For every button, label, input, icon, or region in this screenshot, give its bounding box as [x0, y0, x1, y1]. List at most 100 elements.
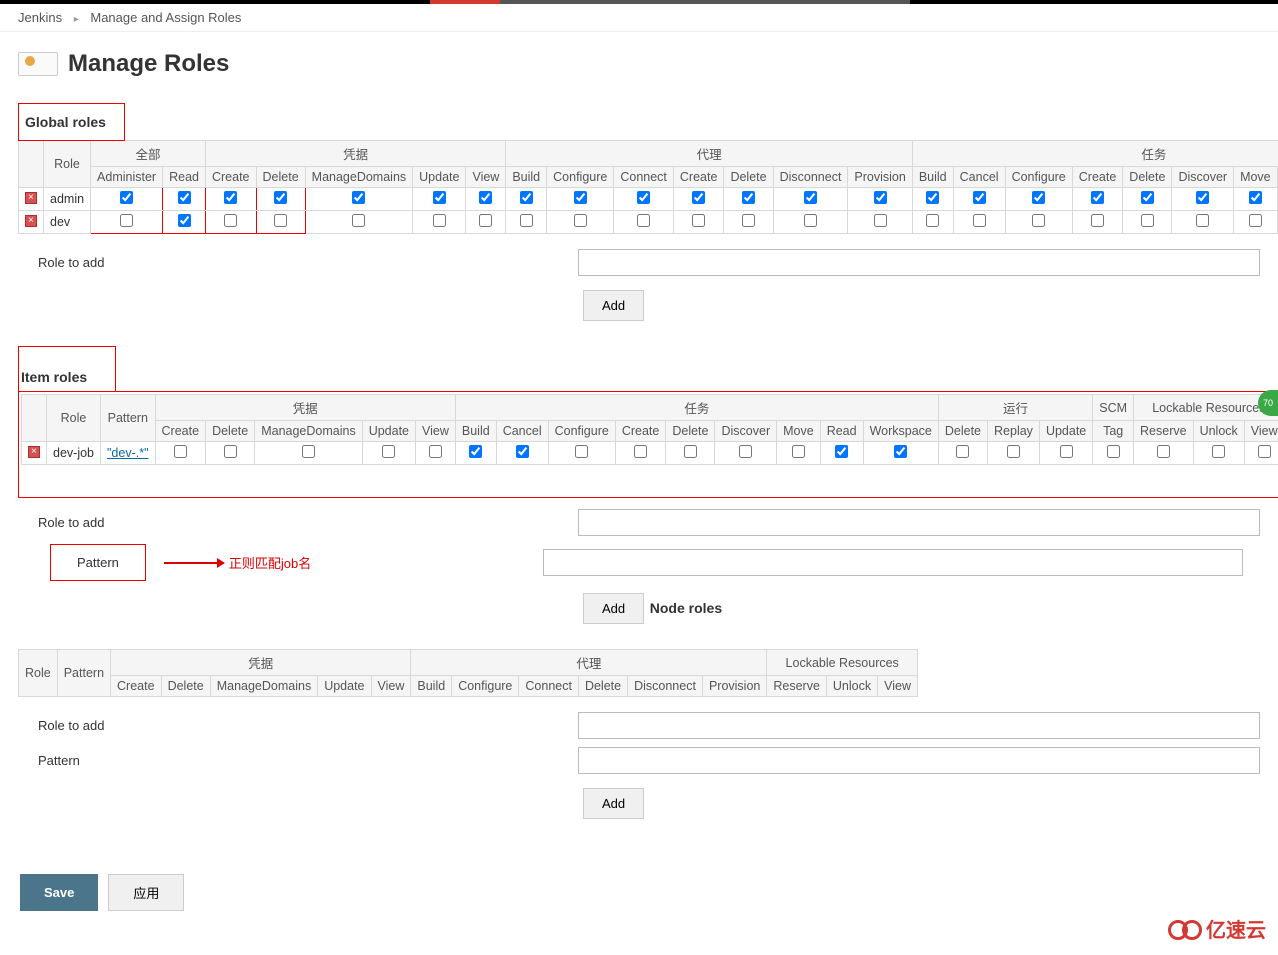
permission-checkbox[interactable]	[1157, 445, 1170, 458]
role-name-cell: admin	[44, 188, 91, 211]
permission-checkbox[interactable]	[1249, 214, 1262, 227]
permission-checkbox[interactable]	[274, 214, 287, 227]
permission-checkbox[interactable]	[874, 191, 887, 204]
permission-checkbox[interactable]	[174, 445, 187, 458]
permission-checkbox[interactable]	[1091, 191, 1104, 204]
permission-checkbox[interactable]	[382, 445, 395, 458]
role-name-cell: dev-job	[47, 442, 101, 465]
permission-checkbox[interactable]	[479, 214, 492, 227]
node-role-to-add-input[interactable]	[578, 712, 1260, 739]
permission-checkbox[interactable]	[684, 445, 697, 458]
permission-checkbox[interactable]	[1032, 214, 1045, 227]
permission-checkbox[interactable]	[835, 445, 848, 458]
permission-checkbox[interactable]	[1107, 445, 1120, 458]
permission-checkbox[interactable]	[302, 445, 315, 458]
permission-checkbox[interactable]	[352, 191, 365, 204]
permission-checkbox[interactable]	[469, 445, 482, 458]
chevron-right-icon: ▸	[74, 14, 79, 25]
role-name-cell: dev	[44, 211, 91, 234]
delete-icon[interactable]	[25, 192, 37, 204]
infinity-icon	[1168, 920, 1202, 938]
permission-checkbox[interactable]	[692, 191, 705, 204]
item-roles-heading: Item roles	[18, 346, 116, 392]
permission-checkbox[interactable]	[742, 214, 755, 227]
permission-checkbox[interactable]	[1212, 445, 1225, 458]
permission-checkbox[interactable]	[274, 191, 287, 204]
permission-checkbox[interactable]	[352, 214, 365, 227]
permission-checkbox[interactable]	[120, 214, 133, 227]
permission-checkbox[interactable]	[1141, 214, 1154, 227]
permission-checkbox[interactable]	[516, 445, 529, 458]
permission-checkbox[interactable]	[1032, 191, 1045, 204]
breadcrumb-current[interactable]: Manage and Assign Roles	[90, 10, 241, 25]
permission-checkbox[interactable]	[224, 191, 237, 204]
permission-checkbox[interactable]	[574, 214, 587, 227]
delete-icon[interactable]	[28, 446, 40, 458]
apply-button[interactable]: 应用	[108, 874, 184, 911]
permission-checkbox[interactable]	[739, 445, 752, 458]
permission-checkbox[interactable]	[956, 445, 969, 458]
permission-checkbox[interactable]	[120, 191, 133, 204]
side-badge[interactable]: 70	[1258, 390, 1278, 416]
node-roles-heading: Node roles	[648, 592, 724, 624]
permission-checkbox[interactable]	[973, 214, 986, 227]
permission-checkbox[interactable]	[634, 445, 647, 458]
global-roles-table: Role全部凭据代理任务AdministerReadCreateDeleteMa…	[18, 140, 1278, 234]
permission-checkbox[interactable]	[433, 214, 446, 227]
permission-checkbox[interactable]	[1258, 445, 1271, 458]
permission-checkbox[interactable]	[1007, 445, 1020, 458]
annotation-text: 正则匹配job名	[229, 553, 311, 572]
permission-checkbox[interactable]	[224, 445, 237, 458]
item-role-to-add-label: Role to add	[38, 515, 578, 530]
global-role-to-add-input[interactable]	[578, 249, 1260, 276]
item-pattern-input[interactable]	[543, 549, 1243, 576]
corner-logo: 亿速云	[1168, 914, 1266, 943]
arrow-icon	[164, 562, 219, 564]
permission-checkbox[interactable]	[1060, 445, 1073, 458]
permission-checkbox[interactable]	[429, 445, 442, 458]
permission-checkbox[interactable]	[520, 191, 533, 204]
delete-icon[interactable]	[25, 215, 37, 227]
node-pattern-input[interactable]	[578, 747, 1260, 774]
permission-checkbox[interactable]	[1091, 214, 1104, 227]
permission-checkbox[interactable]	[479, 191, 492, 204]
logo-text: 亿速云	[1206, 914, 1266, 943]
item-add-button[interactable]: Add	[583, 593, 644, 624]
global-add-button[interactable]: Add	[583, 290, 644, 321]
pattern-label: Pattern	[50, 544, 146, 581]
permission-checkbox[interactable]	[224, 214, 237, 227]
permission-checkbox[interactable]	[1196, 214, 1209, 227]
node-pattern-label: Pattern	[38, 753, 578, 768]
permission-checkbox[interactable]	[520, 214, 533, 227]
save-button[interactable]: Save	[20, 874, 98, 911]
permission-checkbox[interactable]	[575, 445, 588, 458]
permission-checkbox[interactable]	[973, 191, 986, 204]
permission-checkbox[interactable]	[1249, 191, 1262, 204]
permission-checkbox[interactable]	[433, 191, 446, 204]
permission-checkbox[interactable]	[692, 214, 705, 227]
permission-checkbox[interactable]	[637, 191, 650, 204]
permission-checkbox[interactable]	[637, 214, 650, 227]
item-roles-table: RolePattern凭据任务运行SCMLockable ResourcesCr…	[21, 394, 1278, 465]
permission-checkbox[interactable]	[742, 191, 755, 204]
permission-checkbox[interactable]	[178, 191, 191, 204]
permission-checkbox[interactable]	[894, 445, 907, 458]
page-title: Manage Roles	[68, 50, 229, 78]
permission-checkbox[interactable]	[804, 214, 817, 227]
permission-checkbox[interactable]	[792, 445, 805, 458]
permission-checkbox[interactable]	[574, 191, 587, 204]
permission-checkbox[interactable]	[1141, 191, 1154, 204]
permission-checkbox[interactable]	[1196, 191, 1209, 204]
permission-checkbox[interactable]	[926, 191, 939, 204]
permission-checkbox[interactable]	[804, 191, 817, 204]
permission-checkbox[interactable]	[874, 214, 887, 227]
permission-checkbox[interactable]	[178, 214, 191, 227]
item-role-to-add-input[interactable]	[578, 509, 1260, 536]
global-roles-heading: Global roles	[18, 103, 125, 141]
pattern-link[interactable]: "dev-.*"	[107, 446, 149, 460]
permission-checkbox[interactable]	[926, 214, 939, 227]
node-role-to-add-label: Role to add	[38, 718, 578, 733]
roles-icon	[18, 52, 58, 76]
node-add-button[interactable]: Add	[583, 788, 644, 819]
breadcrumb-root[interactable]: Jenkins	[18, 10, 62, 25]
